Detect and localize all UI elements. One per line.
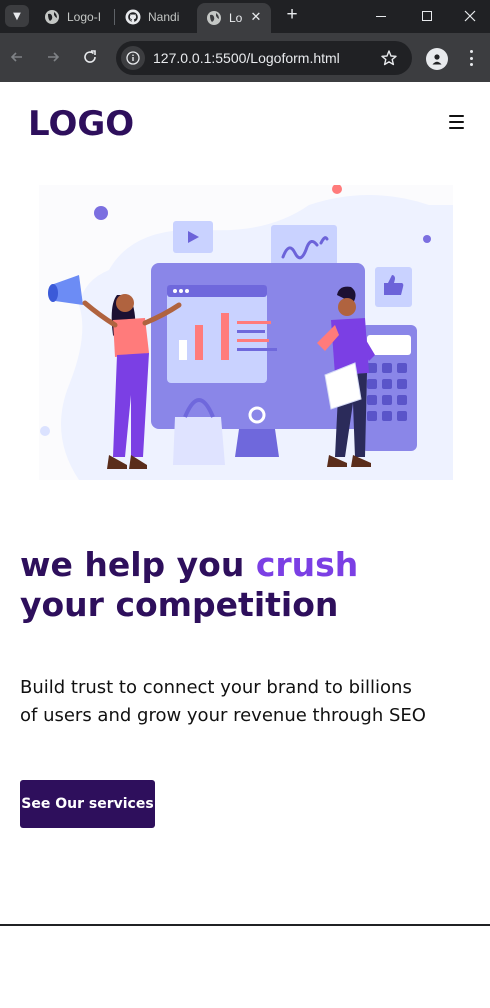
page-content: LOGO we help you crush your competition … bbox=[0, 82, 490, 1008]
hero-subtext: Build trust to connect your brand to bil… bbox=[20, 677, 426, 726]
tab-logoform-active[interactable]: Lo ✕ bbox=[197, 3, 271, 33]
globe-icon bbox=[45, 9, 59, 24]
browser-tab-bar: ▼ Logo-I Nandi Lo ✕ + bbox=[0, 0, 490, 33]
github-icon bbox=[125, 9, 141, 24]
address-bar[interactable]: 127.0.0.1:5500/Logoform.html bbox=[116, 41, 412, 75]
back-button[interactable] bbox=[6, 46, 28, 68]
person-icon bbox=[432, 54, 442, 65]
minimize-window-button[interactable] bbox=[358, 0, 404, 31]
chevron-down-icon: ▼ bbox=[13, 10, 21, 22]
url-text[interactable]: 127.0.0.1:5500/Logoform.html bbox=[153, 50, 340, 66]
headline-text: we help you bbox=[20, 545, 256, 584]
window-bottom-border bbox=[0, 924, 490, 926]
dot-icon bbox=[469, 50, 473, 53]
browser-toolbar: 127.0.0.1:5500/Logoform.html bbox=[0, 33, 490, 82]
tab-search-button[interactable]: ▼ bbox=[5, 5, 29, 27]
site-info-button[interactable] bbox=[121, 46, 145, 70]
reload-button[interactable] bbox=[79, 46, 101, 68]
headline-accent: crush bbox=[255, 545, 359, 584]
info-icon bbox=[126, 51, 140, 65]
arrow-left-icon bbox=[10, 52, 22, 62]
new-tab-button[interactable]: + bbox=[281, 4, 303, 26]
see-services-button[interactable]: See Our services bbox=[20, 780, 155, 828]
close-icon bbox=[464, 10, 476, 21]
hamburger-icon[interactable] bbox=[449, 115, 464, 129]
maximize-window-button[interactable] bbox=[404, 0, 450, 31]
hero-headline: we help you crush your competition bbox=[20, 545, 450, 625]
forward-button[interactable] bbox=[42, 46, 64, 68]
menu-bar bbox=[449, 121, 464, 123]
headline-text: your competition bbox=[20, 585, 339, 624]
bookmark-star-icon[interactable] bbox=[380, 49, 398, 67]
close-window-button[interactable] bbox=[450, 0, 490, 31]
minimize-icon bbox=[376, 15, 386, 17]
maximize-icon bbox=[422, 10, 432, 21]
profile-avatar-button[interactable] bbox=[426, 48, 448, 70]
browser-menu-button[interactable] bbox=[466, 47, 476, 69]
site-logo[interactable]: LOGO bbox=[28, 104, 134, 144]
tab-separator bbox=[114, 9, 115, 25]
dot-icon bbox=[469, 56, 473, 60]
menu-bar bbox=[449, 127, 464, 129]
tab-title: Nandi bbox=[148, 9, 180, 24]
tab-title: Lo bbox=[229, 11, 243, 25]
close-tab-icon[interactable]: ✕ bbox=[249, 10, 263, 24]
team-analytics-illustration bbox=[39, 185, 453, 480]
tab-title: Logo-I bbox=[67, 9, 102, 24]
tab-nandi[interactable]: Nandi bbox=[125, 3, 187, 30]
tab-logo-i[interactable]: Logo-I bbox=[44, 3, 110, 30]
globe-icon bbox=[207, 11, 221, 25]
arrow-right-icon bbox=[48, 52, 60, 62]
dot-icon bbox=[469, 63, 473, 66]
menu-bar bbox=[449, 115, 464, 117]
reload-icon bbox=[84, 50, 96, 63]
